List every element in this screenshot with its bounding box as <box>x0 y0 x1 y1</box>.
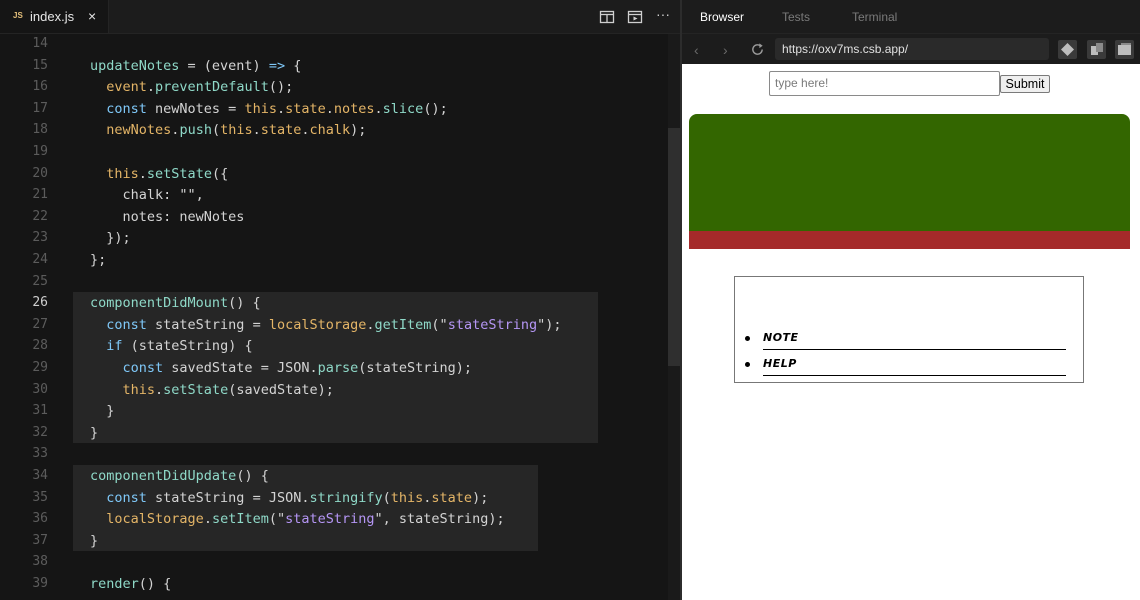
close-icon[interactable]: × <box>88 8 96 24</box>
tab-browser[interactable]: Browser <box>700 10 744 24</box>
bullet-icon <box>745 336 750 341</box>
tab-terminal[interactable]: Terminal <box>852 10 897 24</box>
editor-scroll-thumb[interactable] <box>668 128 680 366</box>
line-number: 35 <box>32 489 48 505</box>
list-item: HELP <box>745 352 1066 376</box>
javascript-file-icon: JS <box>13 11 23 20</box>
line-number: 16 <box>32 79 48 95</box>
refresh-icon[interactable] <box>750 42 765 57</box>
line-number: 31 <box>32 403 48 419</box>
chalkboard-tray <box>689 231 1130 249</box>
browser-pane: Browser Tests Terminal ‹ › https://oxv7m… <box>682 0 1140 600</box>
line-number: 23 <box>32 230 48 246</box>
line-number: 22 <box>32 208 48 224</box>
code-line[interactable]: render() { <box>90 573 171 595</box>
forward-icon[interactable]: › <box>723 42 728 58</box>
code-line[interactable]: } <box>90 530 98 552</box>
line-number: 26 <box>32 295 48 311</box>
line-number: 18 <box>32 122 48 138</box>
code-area[interactable]: 14 15 updateNotes = (event) => { 16 event.p… <box>0 34 668 600</box>
code-line[interactable]: componentDidMount() { <box>90 292 261 314</box>
code-line[interactable]: }; <box>90 249 106 271</box>
line-number: 15 <box>32 57 48 73</box>
line-number: 17 <box>32 100 48 116</box>
code-line[interactable]: const savedState = JSON.parse(stateStrin… <box>90 357 473 379</box>
code-line[interactable]: } <box>90 422 98 444</box>
chalkboard <box>689 114 1130 249</box>
code-line[interactable]: } <box>90 400 114 422</box>
tab-tests[interactable]: Tests <box>782 10 810 24</box>
line-number: 27 <box>32 316 48 332</box>
code-line[interactable]: this.setState({ <box>90 163 228 185</box>
code-line[interactable]: }); <box>90 227 130 249</box>
line-number: 14 <box>32 36 48 51</box>
code-line[interactable]: this.setState(savedState); <box>90 379 334 401</box>
line-number: 32 <box>32 424 48 440</box>
line-number: 24 <box>32 252 48 267</box>
back-icon[interactable]: ‹ <box>694 42 699 58</box>
code-line[interactable]: event.preventDefault(); <box>90 76 293 98</box>
code-line[interactable]: if (stateString) { <box>90 335 252 357</box>
bullet-icon <box>745 362 750 367</box>
note-text: HELP <box>763 357 797 370</box>
open-new-window-icon[interactable] <box>1087 40 1106 59</box>
more-options-icon[interactable]: ··· <box>656 6 670 22</box>
browser-tab-bar: Browser Tests Terminal <box>682 0 1140 33</box>
code-line[interactable]: const newNotes = this.state.notes.slice(… <box>90 98 447 120</box>
line-number: 25 <box>32 273 48 289</box>
tab-index-js[interactable]: JS index.js × <box>0 0 109 33</box>
code-line[interactable]: newNotes.push(this.state.chalk); <box>90 119 366 141</box>
line-number: 37 <box>32 532 48 548</box>
tab-label: index.js <box>30 9 75 24</box>
line-number: 39 <box>32 576 48 591</box>
editor-tab-bar: JS index.js × ··· <box>0 0 680 34</box>
app-preview: type here! Submit NOTE HELP <box>682 64 1140 600</box>
code-editor[interactable]: JS index.js × ··· 14 15 updateNotes = (eve… <box>0 0 680 600</box>
notes-list: NOTE HELP <box>734 276 1084 383</box>
line-number: 29 <box>32 360 48 375</box>
line-number: 36 <box>32 511 48 527</box>
submit-button[interactable]: Submit <box>1000 75 1050 93</box>
split-view-icon[interactable] <box>599 9 615 25</box>
note-text: NOTE <box>763 331 799 344</box>
preview-icon[interactable] <box>627 9 643 25</box>
full-screen-icon[interactable] <box>1115 40 1134 59</box>
line-number: 34 <box>32 468 48 483</box>
code-line[interactable]: const stateString = localStorage.getItem… <box>90 314 561 336</box>
browser-url-bar: ‹ › https://oxv7ms.csb.app/ <box>682 33 1140 65</box>
code-line[interactable]: const stateString = JSON.stringify(this.… <box>90 487 488 509</box>
line-number: 28 <box>32 338 48 354</box>
code-line[interactable]: notes: newNotes <box>90 206 245 228</box>
note-input[interactable]: type here! <box>769 71 1000 96</box>
code-line[interactable]: updateNotes = (event) => { <box>90 55 301 77</box>
list-item: NOTE <box>745 326 1066 350</box>
line-number: 38 <box>32 554 48 570</box>
code-line[interactable]: componentDidUpdate() { <box>90 465 269 487</box>
code-line[interactable]: localStorage.setItem("stateString", stat… <box>90 508 504 530</box>
line-number: 30 <box>32 381 48 397</box>
code-line[interactable]: chalk: "", <box>90 184 204 206</box>
line-number: 33 <box>32 446 48 462</box>
line-number: 20 <box>32 165 48 181</box>
devtools-icon[interactable] <box>1058 40 1077 59</box>
line-number: 19 <box>32 144 48 159</box>
url-input[interactable]: https://oxv7ms.csb.app/ <box>775 38 1049 60</box>
line-number: 21 <box>32 187 48 203</box>
